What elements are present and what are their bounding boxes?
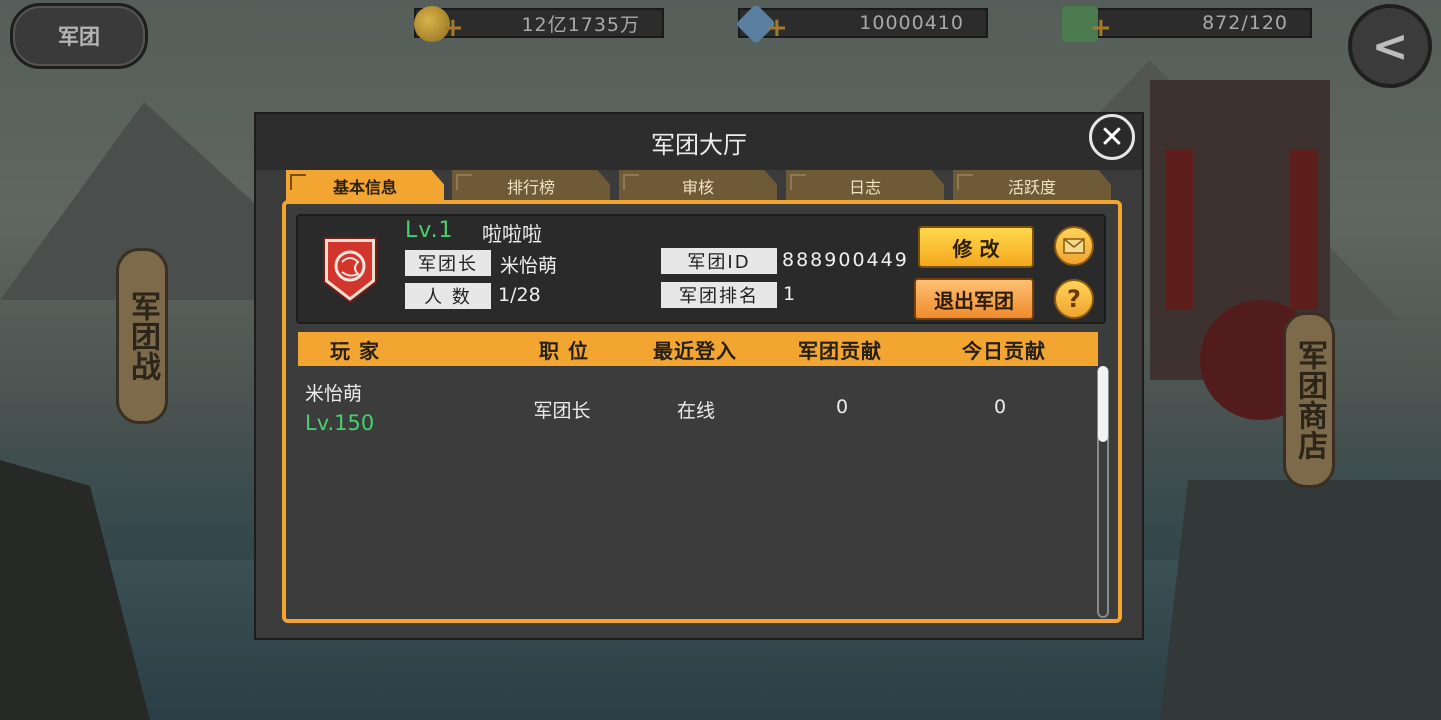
- guild-button-label: 军团: [58, 25, 100, 49]
- add-gold-icon[interactable]: +: [442, 15, 465, 41]
- tab-ranking-label: 排行榜: [506, 178, 555, 197]
- tab-review[interactable]: 审核: [619, 170, 777, 202]
- diamond-counter[interactable]: + 10000410: [735, 3, 988, 45]
- member-role: 军团长: [533, 400, 591, 422]
- member-name: 米怡萌: [305, 383, 363, 405]
- header-player: 玩 家: [330, 338, 380, 363]
- guild-name: 啦啦啦: [482, 222, 542, 246]
- tab-review-label: 审核: [681, 178, 714, 197]
- add-stamina-icon[interactable]: +: [1090, 15, 1113, 41]
- help-icon: ?: [1067, 285, 1081, 313]
- stamina-counter[interactable]: + 872/120: [1062, 6, 1312, 42]
- tab-basic-info-label: 基本信息: [332, 178, 397, 197]
- back-arrow-icon: <: [1371, 20, 1409, 72]
- member-level: Lv.150: [305, 411, 375, 435]
- guild-button[interactable]: 军团: [10, 3, 148, 69]
- header-total-contribution: 军团贡献: [798, 338, 882, 363]
- member-last-login: 在线: [676, 400, 715, 422]
- guild-shop-label: 军团商店: [1292, 340, 1327, 460]
- guild-rank-label: 军团排名: [661, 282, 777, 308]
- tab-activity[interactable]: 活跃度: [953, 170, 1111, 202]
- member-today-contribution: 0: [993, 396, 1007, 418]
- help-button[interactable]: ?: [1054, 279, 1094, 319]
- guild-rank-value: 1: [783, 283, 796, 305]
- guild-shop-entry[interactable]: 军团商店: [1283, 312, 1335, 488]
- edit-button-label: 修 改: [952, 236, 1000, 261]
- mail-button[interactable]: [1054, 226, 1094, 266]
- tab-log[interactable]: 日志: [786, 170, 944, 202]
- close-icon: ✕: [1099, 119, 1125, 155]
- edit-button[interactable]: 修 改: [918, 226, 1034, 268]
- members-label: 人 数: [405, 283, 491, 309]
- guild-emblem-icon: [323, 237, 377, 304]
- header-last-login: 最近登入: [653, 338, 737, 363]
- dialog-title: 军团大厅: [256, 114, 1142, 170]
- quit-guild-label: 退出军团: [934, 288, 1014, 313]
- guild-level: Lv.1: [405, 218, 454, 243]
- guild-war-entry[interactable]: 军团战: [116, 248, 168, 424]
- members-value: 1/28: [498, 284, 541, 306]
- guild-id-value: 888900449: [782, 249, 909, 271]
- gold-counter[interactable]: + 12亿1735万: [414, 6, 664, 42]
- header-role: 职 位: [539, 338, 589, 363]
- stamina-value: 872/120: [1202, 12, 1288, 34]
- leader-label: 军团长: [405, 250, 491, 276]
- tab-ranking[interactable]: 排行榜: [452, 170, 610, 202]
- member-total-contribution: 0: [835, 396, 849, 418]
- scrollbar-thumb[interactable]: [1098, 366, 1108, 442]
- mail-icon: [1063, 238, 1085, 254]
- diamond-value: 10000410: [859, 12, 964, 34]
- header-today-contribution: 今日贡献: [962, 338, 1046, 363]
- tab-basic-info[interactable]: 基本信息: [286, 170, 444, 202]
- tab-log-label: 日志: [848, 178, 881, 197]
- back-button[interactable]: <: [1348, 4, 1432, 88]
- tab-activity-label: 活跃度: [1007, 178, 1056, 197]
- gold-value: 12亿1735万: [521, 13, 640, 36]
- guild-id-label: 军团ID: [661, 248, 777, 274]
- quit-guild-button[interactable]: 退出军团: [914, 278, 1034, 320]
- leader-value: 米怡萌: [500, 255, 558, 277]
- close-button[interactable]: ✕: [1089, 114, 1135, 160]
- add-diamond-icon[interactable]: +: [766, 15, 789, 41]
- guild-war-label: 军团战: [125, 291, 160, 381]
